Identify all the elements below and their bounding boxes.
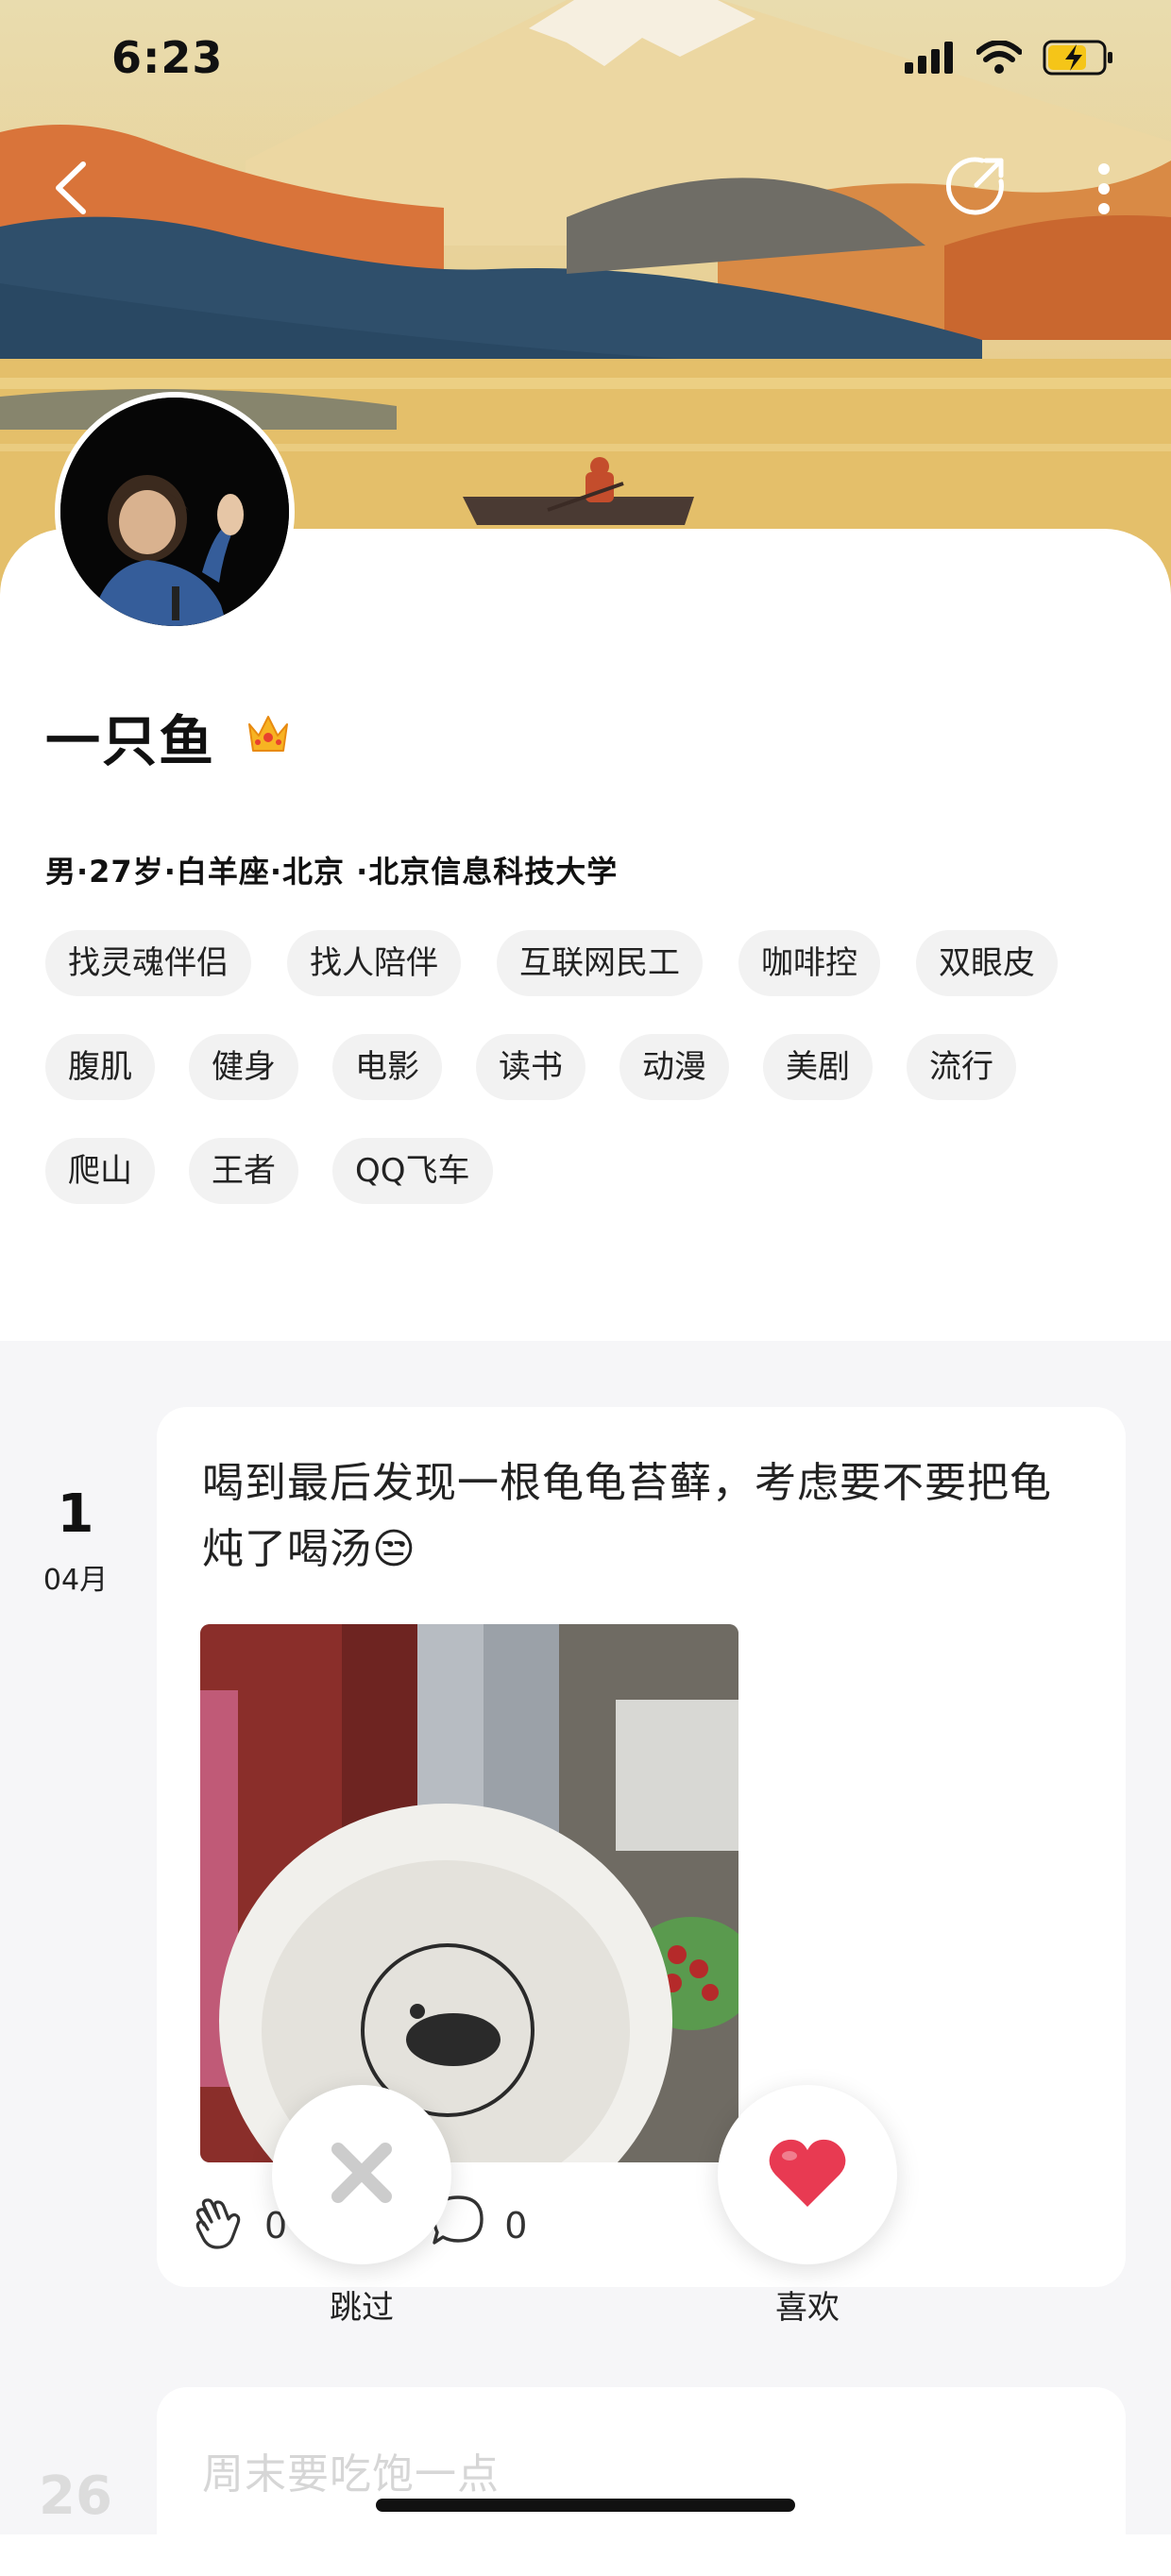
heart-icon [767, 2137, 848, 2212]
status-bar: 6:23 [0, 0, 1171, 132]
crown-icon [246, 713, 291, 760]
skip-button[interactable] [272, 2085, 451, 2264]
tag-row: 腹肌 健身 电影 读书 动漫 美剧 流行 [45, 1034, 1141, 1100]
tag-row: 爬山 王者 QQ飞车 [45, 1138, 1141, 1204]
like-action[interactable]: 喜欢 [718, 2085, 897, 2328]
like-button[interactable] [718, 2085, 897, 2264]
interest-tag[interactable]: 健身 [189, 1034, 298, 1100]
more-options-icon[interactable] [1092, 161, 1116, 221]
like-label: 喜欢 [775, 2289, 840, 2327]
interest-tag[interactable]: 腹肌 [45, 1034, 155, 1100]
post-day: 26 [39, 2466, 112, 2527]
post-date: 26 [38, 2466, 113, 2527]
post-card[interactable]: 周末要吃饱一点 [157, 2387, 1126, 2576]
interest-tag[interactable]: 双眼皮 [916, 930, 1058, 996]
home-indicator [376, 2499, 795, 2512]
share-icon[interactable] [944, 155, 1007, 221]
interest-tags: 找灵魂伴侣 找人陪伴 互联网民工 咖啡控 双眼皮 腹肌 健身 电影 读书 动漫 … [45, 930, 1141, 1242]
post-day: 1 [57, 1483, 94, 1545]
profile-name: 一只鱼 [45, 709, 216, 773]
clap-icon[interactable] [191, 2191, 247, 2260]
avatar[interactable] [55, 392, 295, 632]
tag-row: 找灵魂伴侣 找人陪伴 互联网民工 咖啡控 双眼皮 [45, 930, 1141, 996]
interest-tag[interactable]: 咖啡控 [738, 930, 880, 996]
interest-tag[interactable]: QQ飞车 [332, 1138, 493, 1204]
interest-tag[interactable]: 动漫 [619, 1034, 729, 1100]
interest-tag[interactable]: 流行 [907, 1034, 1016, 1100]
interest-tag[interactable]: 找灵魂伴侣 [45, 930, 251, 996]
close-x-icon [329, 2140, 395, 2210]
interest-tag[interactable]: 爬山 [45, 1138, 155, 1204]
post-photo[interactable] [200, 1624, 738, 2162]
comment-count: 0 [504, 2204, 528, 2246]
skip-action[interactable]: 跳过 [272, 2085, 451, 2328]
post-text: 喝到最后发现一根龟龟苔藓，考虑要不要把龟炖了喝汤😒 [202, 1459, 1052, 1573]
battery-charging-icon [1043, 40, 1114, 79]
interest-tag[interactable]: 互联网民工 [497, 930, 703, 996]
post-date: 1 04月 [38, 1484, 113, 1598]
interest-tag[interactable]: 美剧 [763, 1034, 873, 1100]
interest-tag[interactable]: 王者 [189, 1138, 298, 1204]
wifi-icon [976, 40, 1023, 78]
status-time: 6:23 [111, 32, 224, 83]
skip-label: 跳过 [330, 2289, 394, 2327]
post-month: 04月 [42, 1564, 109, 1597]
interest-tag[interactable]: 电影 [332, 1034, 442, 1100]
post-text: 周末要吃饱一点 [202, 2450, 500, 2499]
cellular-signal-icon [905, 42, 956, 77]
back-arrow-icon[interactable] [49, 159, 93, 221]
profile-info: 男·27岁·白羊座·北京 ·北京信息科技大学 [45, 854, 619, 890]
interest-tag[interactable]: 找人陪伴 [287, 930, 461, 996]
interest-tag[interactable]: 读书 [476, 1034, 586, 1100]
